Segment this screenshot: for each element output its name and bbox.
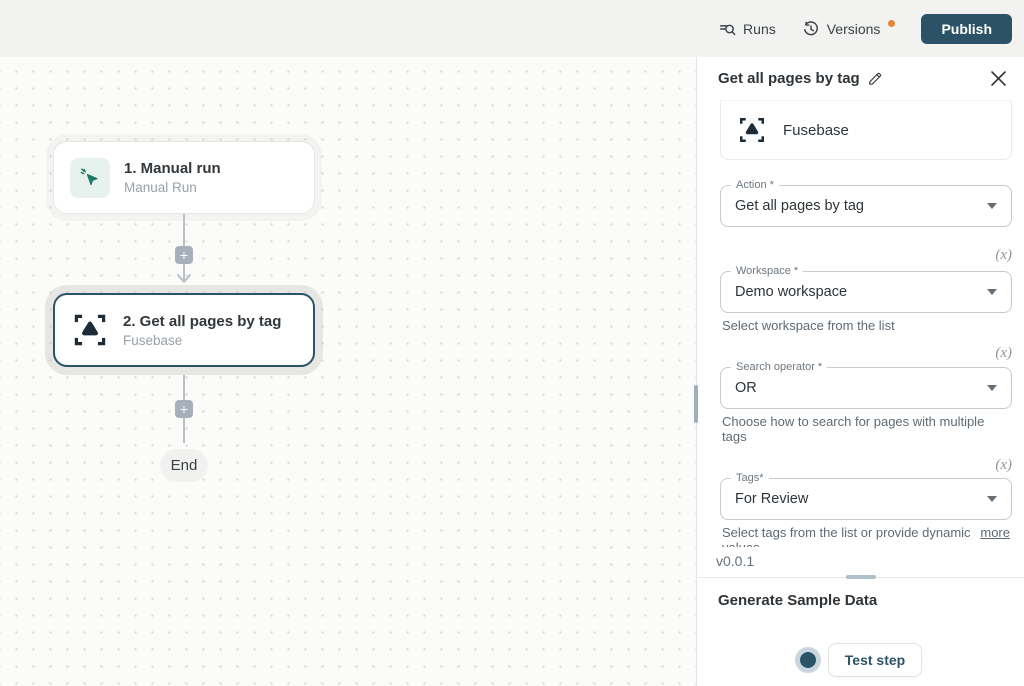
- helper-text: Select workspace from the list: [722, 318, 895, 333]
- panel-header: Get all pages by tag: [698, 57, 1024, 100]
- panel-section-divider: [698, 575, 1024, 579]
- edit-title-pencil-icon[interactable]: [867, 71, 883, 87]
- workflow-canvas[interactable]: 1. Manual run Manual Run + 2. Get all pa…: [0, 57, 697, 686]
- versions-label: Versions: [826, 20, 881, 37]
- add-step-button[interactable]: +: [175, 246, 193, 264]
- app-name: Fusebase: [783, 121, 849, 139]
- field-value: For Review: [735, 491, 809, 507]
- caret-down-icon: [987, 385, 997, 391]
- test-step-status-icon: [799, 652, 816, 668]
- tags-select[interactable]: Tags* For Review: [720, 472, 1012, 520]
- variable-row: (x): [720, 247, 1012, 264]
- insert-variable-icon[interactable]: (x): [995, 457, 1012, 474]
- publish-button[interactable]: Publish: [921, 13, 1012, 44]
- section-resize-handle[interactable]: [846, 575, 876, 579]
- manual-run-cursor-icon: [78, 166, 102, 190]
- field-label: Action *: [731, 179, 779, 191]
- runs-label: Runs: [743, 20, 776, 37]
- test-step-row: Test step: [718, 643, 1004, 677]
- field-label: Search operator *: [731, 361, 828, 373]
- close-panel-icon[interactable]: [987, 67, 1010, 90]
- step-config-panel: Get all pages by tag Fusebase Action * G…: [698, 57, 1024, 686]
- edge-arrowhead-icon: [176, 273, 192, 285]
- section-title: Generate Sample Data: [718, 592, 878, 609]
- field-value: Get all pages by tag: [735, 198, 864, 214]
- fusebase-logo-icon: [71, 311, 109, 349]
- action-select[interactable]: Action * Get all pages by tag: [720, 179, 1012, 227]
- version-history-icon: [802, 20, 820, 38]
- manual-run-icon-tile: [70, 157, 110, 198]
- workflow-editor: Runs Versions Publish 1. Manual run Manu…: [0, 0, 1024, 686]
- caret-down-icon: [987, 496, 997, 502]
- node-subtitle: Fusebase: [123, 332, 183, 348]
- end-node[interactable]: End: [160, 449, 208, 482]
- helper-text: Choose how to search for pages with mult…: [722, 414, 985, 444]
- add-step-button[interactable]: +: [175, 400, 193, 418]
- panel-scroll-area[interactable]: Fusebase Action * Get all pages by tag (…: [698, 100, 1024, 547]
- runs-button[interactable]: Runs: [718, 20, 776, 38]
- test-step-button[interactable]: Test step: [827, 643, 923, 677]
- helper-text: Select tags from the list or provide dyn…: [722, 525, 971, 547]
- search-operator-select[interactable]: Search operator * OR: [720, 361, 1012, 409]
- caret-down-icon: [987, 289, 997, 295]
- field-value: Demo workspace: [735, 284, 848, 300]
- top-bar: Runs Versions Publish: [0, 0, 1024, 57]
- more-link[interactable]: more: [980, 525, 1010, 540]
- insert-variable-icon[interactable]: (x): [995, 345, 1012, 362]
- node-subtitle: Manual Run: [124, 180, 197, 195]
- node-manual-run[interactable]: 1. Manual run Manual Run: [53, 141, 315, 214]
- generate-sample-data-section: Generate Sample Data Test step: [698, 578, 1024, 686]
- node-get-all-pages-selected[interactable]: 2. Get all pages by tag Fusebase: [53, 293, 315, 367]
- node-title: 2. Get all pages by tag: [123, 312, 282, 330]
- field-label: Tags*: [731, 472, 769, 484]
- versions-notification-dot: [888, 20, 896, 27]
- caret-down-icon: [987, 203, 997, 209]
- variable-row: (x): [720, 345, 1012, 362]
- app-card: Fusebase: [720, 100, 1012, 160]
- versions-button[interactable]: Versions: [802, 20, 881, 38]
- field-value: OR: [735, 380, 757, 396]
- version-label: v0.0.1: [716, 553, 755, 569]
- runs-search-list-icon: [718, 20, 736, 38]
- insert-variable-icon[interactable]: (x): [995, 247, 1012, 264]
- panel-title: Get all pages by tag: [718, 70, 860, 87]
- helper-row: Select tags from the list or provide dyn…: [722, 525, 1010, 547]
- node-title: 1. Manual run: [124, 160, 221, 177]
- field-label: Workspace *: [731, 265, 804, 277]
- fusebase-logo-icon: [737, 115, 767, 145]
- workspace-select[interactable]: Workspace * Demo workspace: [720, 265, 1012, 313]
